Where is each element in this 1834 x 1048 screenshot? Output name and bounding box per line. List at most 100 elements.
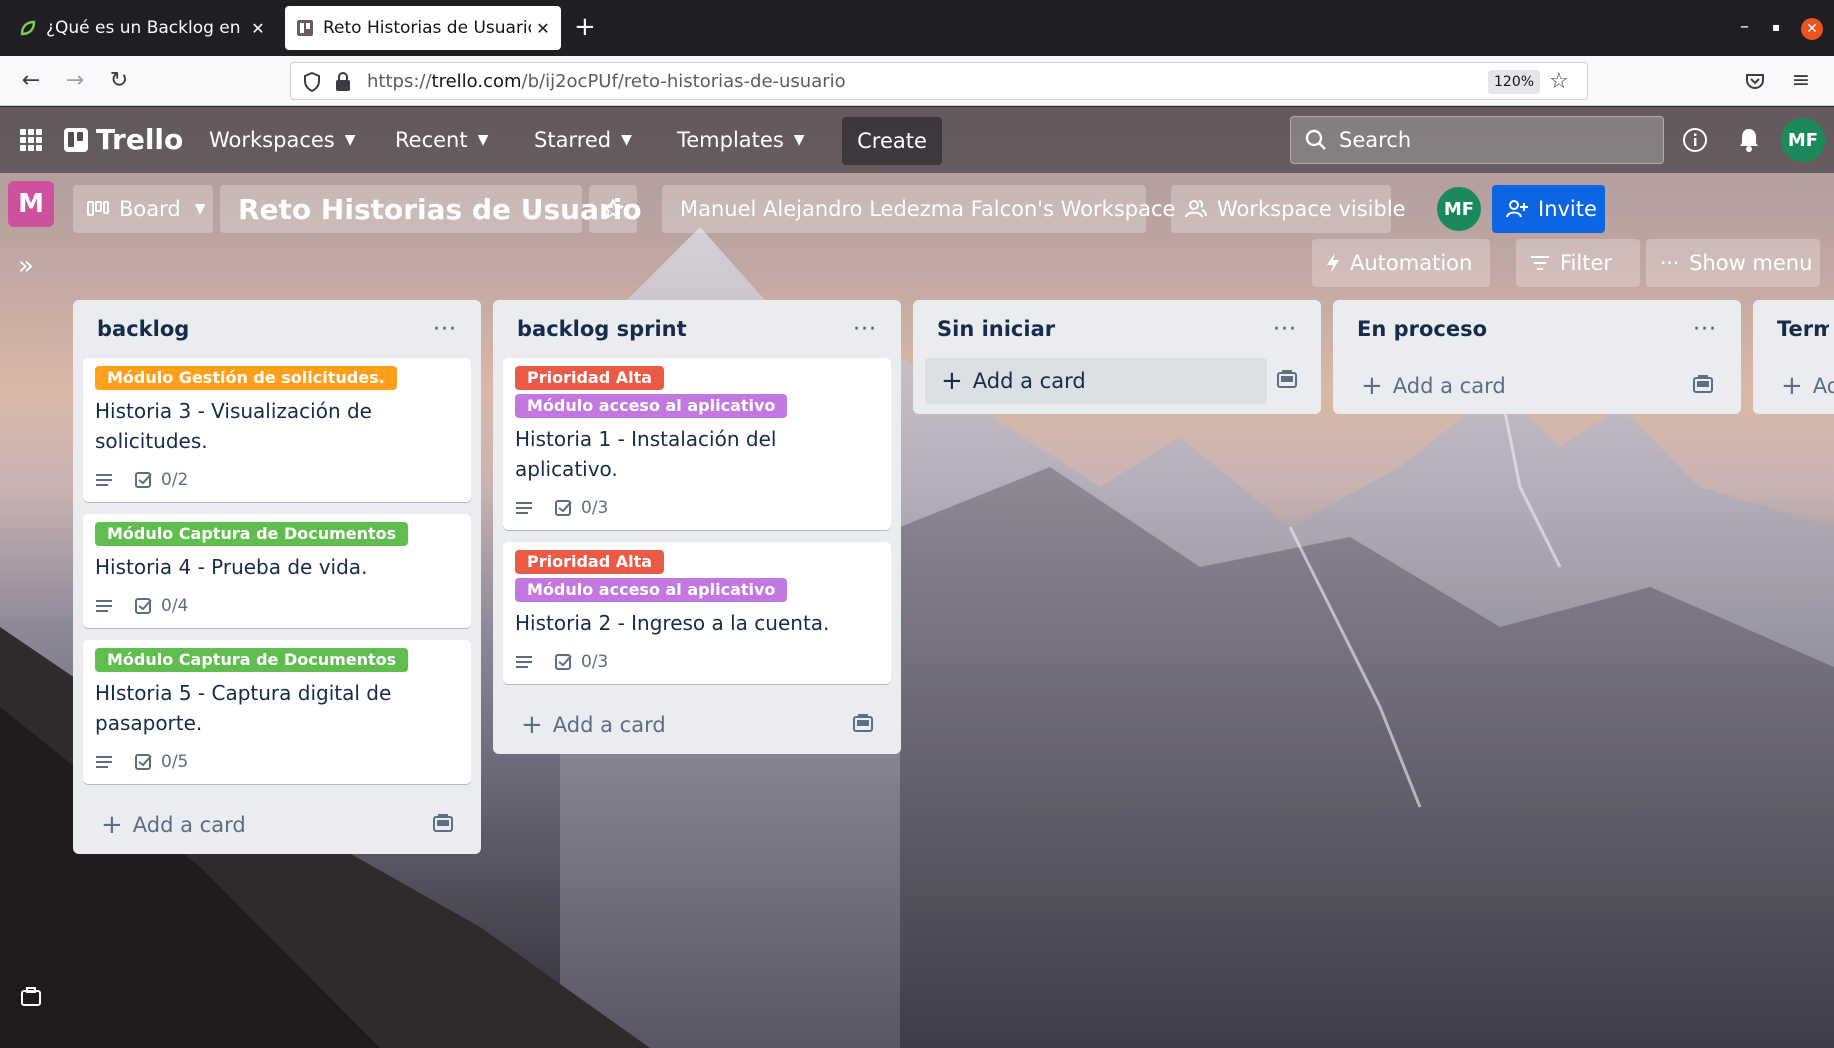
checklist-icon bbox=[135, 754, 152, 770]
minimize-icon[interactable]: – bbox=[1740, 16, 1749, 37]
nav-starred[interactable]: Starred ▼ bbox=[534, 121, 632, 159]
board-member-avatar[interactable]: MF bbox=[1437, 187, 1481, 231]
reload-icon[interactable]: ↻ bbox=[104, 66, 134, 96]
new-tab-button[interactable]: + bbox=[574, 14, 596, 40]
browser-tab-backlog[interactable]: ¿Qué es un Backlog en Sc ✕ bbox=[8, 6, 276, 50]
add-card-label: Add a card bbox=[552, 713, 666, 737]
card-template-icon[interactable] bbox=[433, 813, 453, 837]
expand-sidebar-icon[interactable]: » bbox=[18, 251, 34, 281]
add-card-button[interactable]: + Add a card bbox=[1333, 358, 1741, 414]
list-terminado-partial: Termi + Ad bbox=[1753, 300, 1834, 414]
list-en-proceso: En proceso ··· + Add a card bbox=[1333, 300, 1741, 414]
list-header[interactable]: Sin iniciar ··· bbox=[913, 300, 1321, 358]
board-view-switcher[interactable]: Board ▼ bbox=[73, 185, 213, 233]
checklist-badge: 0/2 bbox=[135, 470, 188, 490]
add-card-button[interactable]: + Ad bbox=[1753, 358, 1834, 414]
card-label[interactable]: Módulo Gestión de solicitudes. bbox=[95, 366, 397, 390]
workspace-name-button[interactable]: Manuel Alejandro Ledezma Falcon's Worksp… bbox=[662, 185, 1175, 233]
card[interactable]: Módulo Captura de Documentos HIstoria 5 … bbox=[83, 640, 471, 784]
address-bar[interactable]: https://trello.com/b/ij2ocPUf/reto-histo… bbox=[290, 62, 1588, 100]
url-domain: trello.com bbox=[431, 71, 522, 92]
list-menu-icon[interactable]: ··· bbox=[1693, 317, 1717, 342]
forward-icon[interactable]: → bbox=[60, 66, 90, 96]
zoom-level[interactable]: 120% bbox=[1488, 70, 1541, 94]
list-header[interactable]: backlog ··· bbox=[73, 300, 481, 358]
tab-title: Reto Historias de Usuario bbox=[323, 18, 531, 38]
create-button[interactable]: Create bbox=[842, 117, 942, 165]
card-label[interactable]: Módulo acceso al aplicativo bbox=[515, 394, 788, 418]
browser-tab-trello[interactable]: Reto Historias de Usuario ✕ bbox=[285, 6, 561, 50]
workspace-badge[interactable]: M bbox=[8, 181, 54, 227]
card-label[interactable]: Módulo Captura de Documentos bbox=[95, 522, 409, 546]
list-menu-icon[interactable]: ··· bbox=[1273, 317, 1297, 342]
list-backlog-sprint: backlog sprint ··· Prioridad Alta Módulo… bbox=[493, 300, 901, 754]
user-avatar[interactable]: MF bbox=[1781, 118, 1825, 162]
pocket-icon[interactable] bbox=[1740, 66, 1770, 96]
automation-button[interactable]: Automation bbox=[1312, 239, 1490, 287]
list-header[interactable]: Termi bbox=[1753, 300, 1834, 358]
visibility-button[interactable]: Workspace visible bbox=[1171, 185, 1406, 233]
app-menu-icon[interactable]: ≡ bbox=[1786, 66, 1816, 96]
notifications-bell-icon[interactable] bbox=[1735, 126, 1763, 154]
filter-button[interactable]: Filter bbox=[1516, 239, 1640, 287]
list-title[interactable]: backlog bbox=[97, 317, 433, 341]
url-text[interactable]: https://trello.com/b/ij2ocPUf/reto-histo… bbox=[367, 71, 846, 92]
list-backlog: backlog ··· Módulo Gestión de solicitude… bbox=[73, 300, 481, 854]
list-title[interactable]: Termi bbox=[1777, 317, 1829, 341]
leaf-icon bbox=[18, 18, 38, 38]
trello-logo[interactable]: Trello bbox=[64, 123, 183, 156]
card[interactable]: Prioridad Alta Módulo acceso al aplicati… bbox=[503, 358, 891, 530]
add-user-icon bbox=[1506, 199, 1528, 219]
card[interactable]: Módulo Gestión de solicitudes. Historia … bbox=[83, 358, 471, 502]
search-input[interactable]: Search bbox=[1290, 116, 1664, 164]
list-menu-icon[interactable]: ··· bbox=[433, 317, 457, 342]
description-icon bbox=[515, 501, 533, 515]
shield-icon[interactable] bbox=[303, 71, 321, 96]
plus-icon: + bbox=[101, 810, 123, 840]
nav-templates[interactable]: Templates ▼ bbox=[677, 121, 805, 159]
list-title[interactable]: Sin iniciar bbox=[937, 317, 1273, 341]
card-label[interactable]: Prioridad Alta bbox=[515, 366, 665, 390]
card-template-icon[interactable] bbox=[1277, 370, 1297, 392]
card-label[interactable]: Prioridad Alta bbox=[515, 550, 665, 574]
trello-board-page: Trello Workspaces ▼ Recent ▼ Starred ▼ Temp… bbox=[0, 107, 1834, 1048]
card-badges: 0/2 bbox=[95, 468, 459, 492]
chevron-down-icon: ▼ bbox=[477, 132, 489, 148]
maximize-icon[interactable]: ▪ bbox=[1772, 20, 1780, 34]
list-title[interactable]: En proceso bbox=[1357, 317, 1693, 341]
list-header[interactable]: backlog sprint ··· bbox=[493, 300, 901, 358]
back-icon[interactable]: ← bbox=[16, 66, 46, 96]
trello-logo-icon bbox=[64, 127, 88, 152]
description-icon bbox=[95, 473, 113, 487]
board-title[interactable]: Reto Historias de Usuario bbox=[220, 185, 642, 233]
lock-icon[interactable] bbox=[335, 71, 351, 96]
card-label[interactable]: Módulo acceso al aplicativo bbox=[515, 578, 788, 602]
tab-close-icon[interactable]: ✕ bbox=[531, 19, 555, 38]
tab-close-icon[interactable]: ✕ bbox=[246, 19, 270, 38]
info-icon[interactable] bbox=[1681, 126, 1709, 154]
list-title[interactable]: backlog sprint bbox=[517, 317, 853, 341]
nav-workspaces[interactable]: Workspaces ▼ bbox=[209, 121, 356, 159]
show-menu-button[interactable]: ··· Show menu bbox=[1646, 239, 1820, 287]
show-menu-label: Show menu bbox=[1689, 251, 1813, 275]
add-card-label: Add a card bbox=[972, 369, 1086, 393]
plus-icon: + bbox=[1361, 371, 1383, 401]
star-board-icon[interactable] bbox=[589, 185, 637, 233]
card-template-icon[interactable] bbox=[853, 713, 873, 737]
app-switcher-icon[interactable] bbox=[20, 129, 42, 151]
invite-button[interactable]: Invite bbox=[1492, 185, 1605, 233]
nav-recent[interactable]: Recent ▼ bbox=[395, 121, 488, 159]
list-header[interactable]: En proceso ··· bbox=[1333, 300, 1741, 358]
card-template-icon[interactable] bbox=[1693, 374, 1713, 398]
card[interactable]: Módulo Captura de Documentos Historia 4 … bbox=[83, 514, 471, 628]
add-card-button[interactable]: + Add a card bbox=[493, 696, 901, 754]
card[interactable]: Prioridad Alta Módulo acceso al aplicati… bbox=[503, 542, 891, 684]
close-window-icon[interactable]: ✕ bbox=[1801, 18, 1823, 40]
card-label[interactable]: Módulo Captura de Documentos bbox=[95, 648, 409, 672]
board-bottom-toolbar-icon[interactable] bbox=[20, 987, 42, 1011]
add-card-button[interactable]: + Add a card bbox=[73, 796, 481, 854]
list-menu-icon[interactable]: ··· bbox=[853, 317, 877, 342]
bookmark-star-icon[interactable]: ☆ bbox=[1549, 69, 1569, 94]
add-card-button[interactable]: + Add a card bbox=[925, 358, 1267, 404]
checklist-icon bbox=[555, 654, 572, 670]
